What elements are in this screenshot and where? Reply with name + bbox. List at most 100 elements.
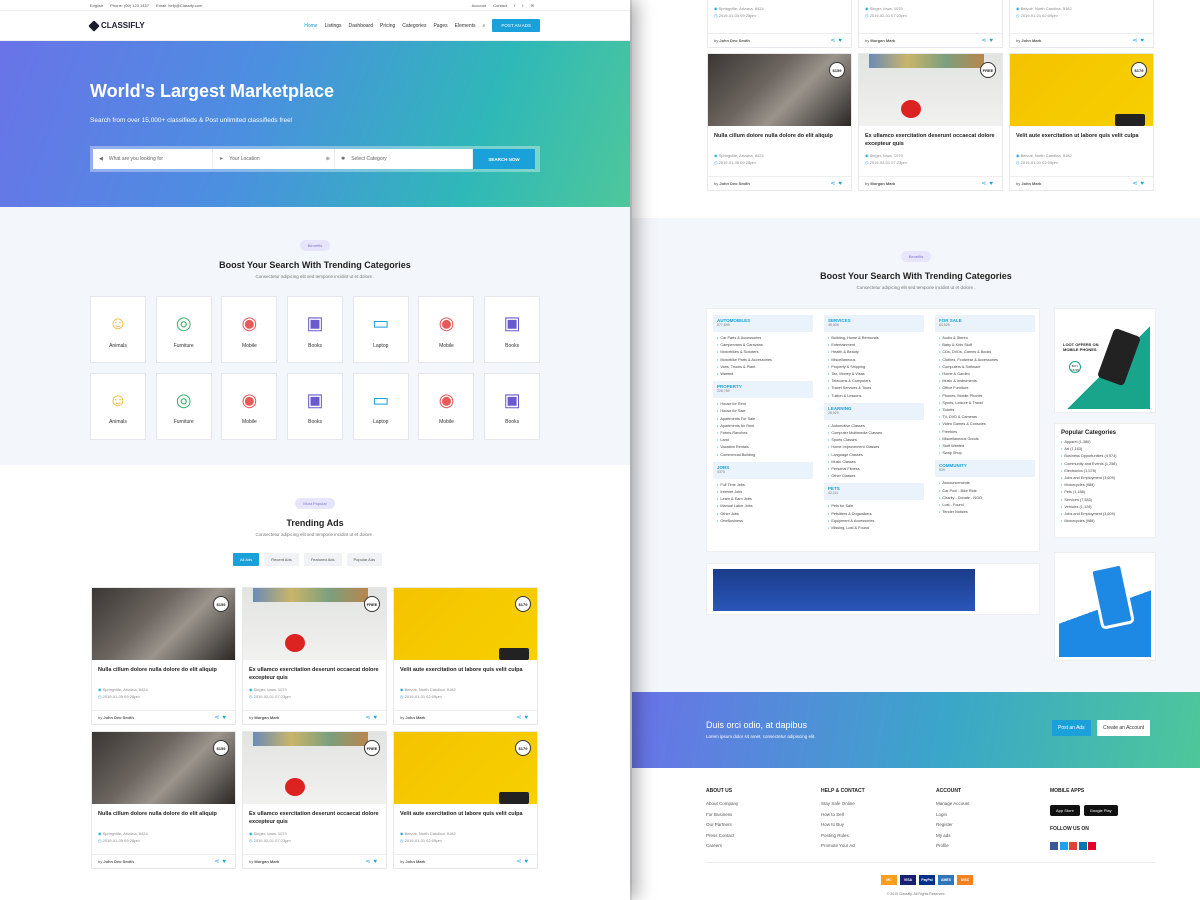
directory-link[interactable]: Commercial Building bbox=[717, 452, 809, 459]
directory-heading[interactable]: LEARNING 26,529 bbox=[824, 402, 924, 420]
share-heart-icons[interactable]: ⋖♥ bbox=[516, 714, 531, 721]
directory-link[interactable]: Motorbike Parts & Accessories bbox=[717, 357, 809, 364]
ad-title[interactable]: Ex ullamco exercitation deserunt occaeca… bbox=[243, 804, 386, 830]
directory-link[interactable]: Announcements bbox=[939, 480, 1031, 487]
directory-heading[interactable]: PETS 42,111 bbox=[824, 483, 924, 501]
nav-item-listings[interactable]: Listings bbox=[325, 23, 342, 29]
language-select[interactable]: English bbox=[90, 3, 103, 8]
share-heart-icons[interactable]: ⋖♥ bbox=[516, 858, 531, 865]
popular-category-link[interactable]: Vehicles (1,128) bbox=[1061, 504, 1149, 511]
share-heart-icons[interactable]: ⋖♥ bbox=[365, 858, 380, 865]
popular-category-link[interactable]: Electronics (1,578) bbox=[1061, 468, 1149, 475]
footer-link[interactable]: Promote Your Ad bbox=[821, 841, 921, 852]
directory-heading[interactable]: SERVICES 45,526 bbox=[824, 315, 924, 332]
ad-card[interactable]: FREE Ex ullamco exercitation deserunt occ… bbox=[242, 731, 387, 869]
directory-heading[interactable]: AUTOMOBILES 577,899 bbox=[713, 315, 813, 332]
popular-category-link[interactable]: Art (1,163) bbox=[1061, 446, 1149, 453]
nav-item-pages[interactable]: Pages bbox=[433, 23, 447, 29]
footer-link[interactable]: Our Partners bbox=[706, 820, 806, 831]
promo-ad[interactable]: LOOT OFFERS ON MOBILE PHONES BUY NOW bbox=[1054, 308, 1156, 413]
share-heart-icons[interactable]: ⋖♥ bbox=[214, 858, 229, 865]
tab-featured-ads[interactable]: Featured Ads bbox=[303, 553, 342, 566]
directory-link[interactable]: Campervans & Caravans bbox=[717, 342, 809, 349]
directory-link[interactable]: Other Classes bbox=[828, 473, 920, 480]
directory-link[interactable]: Land bbox=[717, 437, 809, 444]
directory-link[interactable]: Computers & Software bbox=[939, 364, 1031, 371]
ad-card[interactable]: $159 Nulla cillum dolore nulla dolore do … bbox=[91, 587, 236, 725]
directory-link[interactable]: Sports, Leisure & Travel bbox=[939, 400, 1031, 407]
share-heart-icons[interactable]: ⋖♥ bbox=[365, 714, 380, 721]
ad-title[interactable]: Ex ullamco exercitation deserunt occaeca… bbox=[859, 126, 1002, 152]
app-store-button[interactable]: App Store bbox=[1050, 805, 1080, 816]
category-card[interactable]: ◉ Mobile bbox=[418, 296, 475, 363]
ad-card[interactable]: FREE Ex ullamco exercitation deserunt occ… bbox=[242, 587, 387, 725]
ad-title[interactable]: Nulla cillum dolore nulla dolore do elit… bbox=[92, 660, 235, 686]
keyword-field[interactable]: ◀ What are you looking for bbox=[93, 149, 213, 169]
ad-card[interactable]: $179 Velit aute exercitation ut labore qu… bbox=[393, 731, 538, 869]
ad-author[interactable]: by John Mark bbox=[1016, 181, 1041, 186]
footer-link[interactable]: How to Buy bbox=[821, 820, 921, 831]
directory-link[interactable]: Telecoms & Computers bbox=[828, 378, 920, 385]
logo[interactable]: CLASSIFLY bbox=[88, 19, 145, 32]
category-select[interactable]: ✱ Select Category bbox=[335, 149, 473, 169]
nav-item-pricing[interactable]: Pricing bbox=[380, 23, 395, 29]
ad-card[interactable]: FREE Ex ullamco exercitation deserunt occ… bbox=[858, 53, 1003, 191]
share-heart-icons[interactable]: ⋖♥ bbox=[981, 180, 996, 187]
directory-link[interactable]: Freebies bbox=[939, 429, 1031, 436]
footer-link[interactable]: Posting Rules bbox=[821, 831, 921, 842]
share-heart-icons[interactable]: ⋖♥ bbox=[1132, 180, 1147, 187]
directory-link[interactable]: Automotive Classes bbox=[828, 423, 920, 430]
directory-link[interactable]: Tickets bbox=[939, 407, 1031, 414]
ad-author[interactable]: by John Mark bbox=[400, 859, 425, 864]
google-plus-icon[interactable] bbox=[1069, 842, 1077, 850]
ad-image[interactable]: FREE bbox=[243, 588, 386, 660]
directory-link[interactable]: Language Classes bbox=[828, 452, 920, 459]
directory-link[interactable]: Property & Shipping bbox=[828, 364, 920, 371]
ad-image[interactable]: $159 bbox=[92, 588, 235, 660]
directory-link[interactable]: Miscellaneous bbox=[828, 357, 920, 364]
footer-link[interactable]: Register bbox=[936, 820, 1036, 831]
category-card[interactable]: ☺ Animals bbox=[90, 296, 146, 363]
category-card[interactable]: ◉ Mobile bbox=[221, 372, 278, 440]
directory-link[interactable]: Lost - Found bbox=[939, 502, 1031, 509]
ad-image[interactable]: $179 bbox=[1010, 54, 1153, 126]
ad-image[interactable]: $159 bbox=[92, 732, 235, 804]
directory-link[interactable]: Video Games & Consoles bbox=[939, 421, 1031, 428]
popular-category-link[interactable]: Services (7,583) bbox=[1061, 497, 1149, 504]
ad-author[interactable]: by Morgan Mark bbox=[249, 715, 279, 720]
directory-link[interactable]: Internet Jobs bbox=[717, 489, 809, 496]
directory-link[interactable]: Building, Home & Removals bbox=[828, 335, 920, 342]
directory-link[interactable]: Stuff Wanted bbox=[939, 443, 1031, 450]
ad-card[interactable]: $179 Velit aute exercitation ut labore qu… bbox=[393, 587, 538, 725]
ad-image[interactable]: $179 bbox=[394, 732, 537, 804]
footer-link[interactable]: How to Sell bbox=[821, 810, 921, 821]
directory-link[interactable]: Manual Labor Jobs bbox=[717, 503, 809, 510]
ad-author[interactable]: by Morgan Mark bbox=[249, 859, 279, 864]
popular-category-link[interactable]: Jobs and Employment (3,609) bbox=[1061, 475, 1149, 482]
tab-all-ads[interactable]: All Ads bbox=[233, 553, 260, 566]
pinterest-icon[interactable] bbox=[1088, 842, 1096, 850]
directory-link[interactable]: Apartments for Rent bbox=[717, 423, 809, 430]
directory-link[interactable]: Learn & Earn Jobs bbox=[717, 496, 809, 503]
directory-link[interactable]: Music & Instruments bbox=[939, 378, 1031, 385]
post-ads-button[interactable]: Post an Ads bbox=[1052, 720, 1091, 736]
ad-title[interactable]: Velit aute exercitation ut labore quis v… bbox=[1010, 126, 1153, 152]
category-card[interactable]: ☺ Animals bbox=[90, 372, 146, 440]
ad-author[interactable]: by John Deo Smith bbox=[714, 181, 750, 186]
directory-link[interactable]: CDs, DVDs, Games & Books bbox=[939, 349, 1031, 356]
mail-icon[interactable]: ✉ bbox=[531, 3, 534, 8]
category-card[interactable]: ▣ Books bbox=[287, 372, 344, 440]
ad-card[interactable]: ◉ Singer, Iowa, 1079 ◷ 2019-02-01 07:23pm… bbox=[858, 0, 1003, 48]
directory-link[interactable]: Swap Shop bbox=[939, 450, 1031, 457]
account-link[interactable]: Account bbox=[472, 3, 486, 8]
directory-link[interactable]: Other Jobs bbox=[717, 511, 809, 518]
search-button[interactable]: SEARCH NOW bbox=[473, 149, 535, 169]
ad-image[interactable]: FREE bbox=[243, 732, 386, 804]
directory-link[interactable]: TV, DVD & Cameras bbox=[939, 414, 1031, 421]
ad-author[interactable]: by Morgan Mark bbox=[865, 181, 895, 186]
directory-link[interactable]: Audio & Stereo bbox=[939, 335, 1031, 342]
category-card[interactable]: ◎ Furniture bbox=[155, 296, 212, 363]
ad-card[interactable]: $159 Nulla cillum dolore nulla dolore do … bbox=[91, 731, 236, 869]
directory-link[interactable]: Travel Services & Tours bbox=[828, 385, 920, 392]
category-card[interactable]: ◉ Mobile bbox=[221, 296, 278, 363]
